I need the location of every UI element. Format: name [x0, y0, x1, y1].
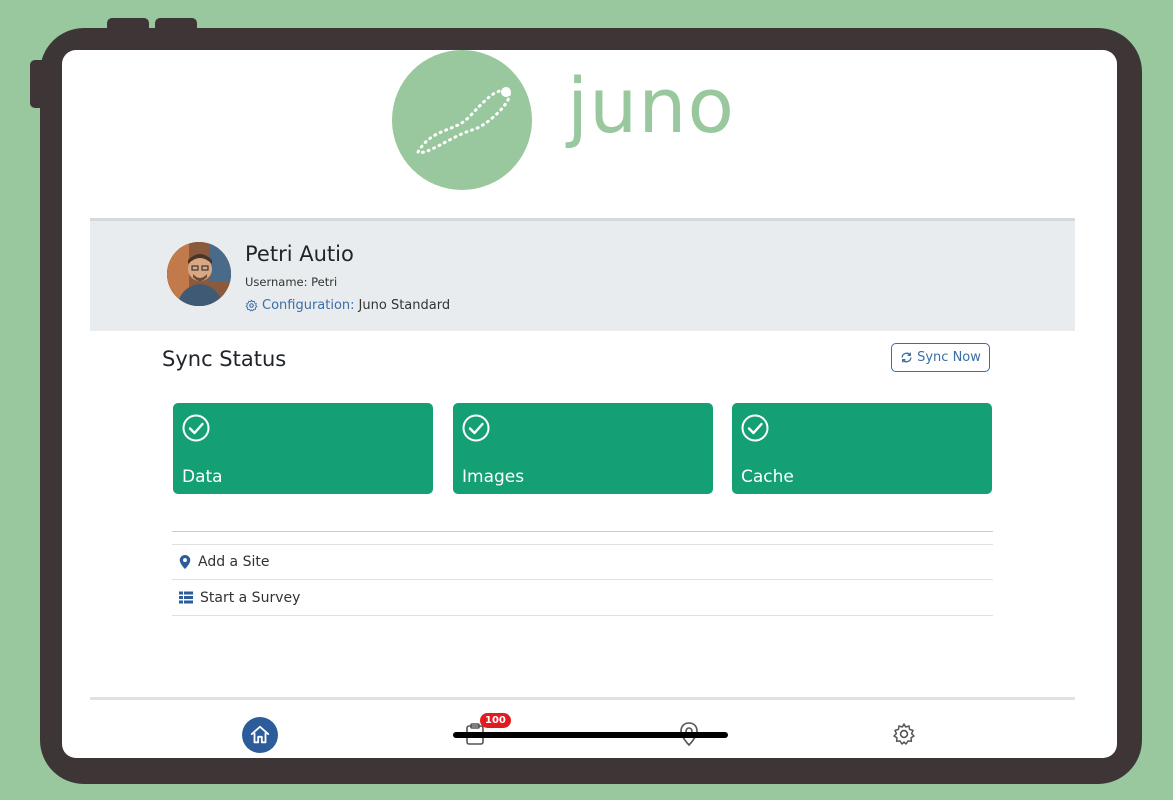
- app-screen: juno Petri Autio Username: Petri Configu…: [62, 50, 1117, 758]
- check-circle-icon: [741, 414, 769, 442]
- sync-card-label: Data: [182, 467, 223, 487]
- divider: [172, 531, 993, 532]
- add-site-item[interactable]: Add a Site: [172, 544, 993, 579]
- start-survey-item[interactable]: Start a Survey: [172, 579, 993, 616]
- configuration-value: Juno Standard: [358, 298, 451, 313]
- avatar: [167, 242, 231, 306]
- nav-home[interactable]: [242, 717, 278, 753]
- bottom-nav: 100: [90, 697, 1075, 758]
- username: Username: Petri: [245, 275, 338, 289]
- check-circle-icon: [182, 414, 210, 442]
- logo-mark: [392, 50, 532, 190]
- check-circle-icon: [462, 414, 490, 442]
- add-site-label: Add a Site: [198, 554, 270, 570]
- user-name: Petri Autio: [245, 242, 354, 266]
- sync-card-label: Images: [462, 467, 525, 487]
- sync-now-button[interactable]: Sync Now: [891, 343, 990, 372]
- sync-status-title: Sync Status: [162, 347, 287, 371]
- tasks-badge: 100: [480, 713, 511, 728]
- start-survey-label: Start a Survey: [200, 589, 301, 606]
- logo-text: juno: [567, 61, 735, 150]
- sync-now-label: Sync Now: [917, 350, 981, 365]
- home-icon: [250, 725, 270, 744]
- configuration-link[interactable]: Configuration: Juno Standard: [245, 298, 450, 313]
- gear-icon[interactable]: [892, 722, 916, 746]
- sync-card-label: Cache: [741, 467, 794, 487]
- map-marker-icon: [179, 555, 191, 569]
- configuration-label: Configuration:: [262, 298, 355, 313]
- sync-card-images: Images: [453, 403, 713, 494]
- profile-bar: Petri Autio Username: Petri Configuratio…: [90, 218, 1075, 331]
- refresh-icon: [901, 352, 912, 363]
- gear-icon: [245, 299, 258, 312]
- sync-card-cache: Cache: [732, 403, 992, 494]
- home-indicator[interactable]: [453, 732, 728, 738]
- sync-card-data: Data: [173, 403, 433, 494]
- table-list-icon: [179, 591, 193, 604]
